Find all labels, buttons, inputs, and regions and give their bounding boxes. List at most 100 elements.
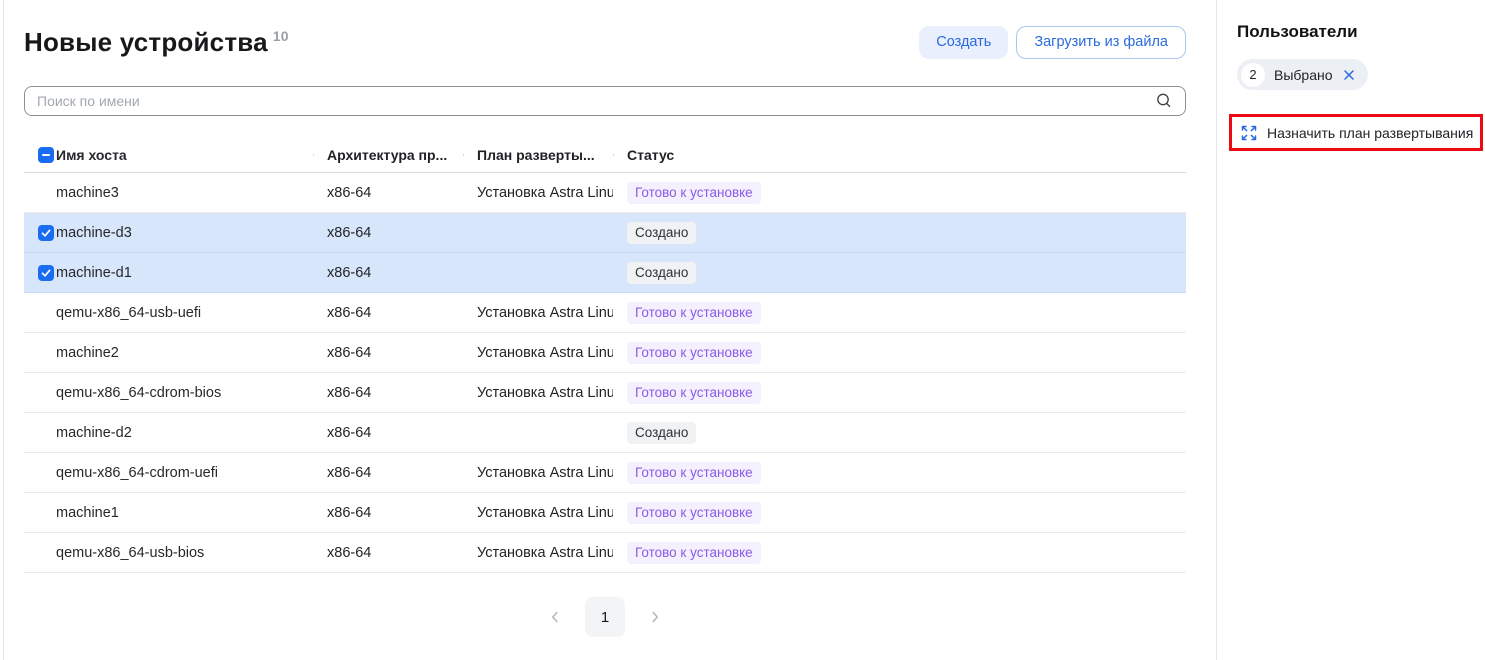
create-button[interactable]: Создать bbox=[919, 26, 1008, 59]
cell-status: Готово к установке bbox=[613, 542, 773, 564]
cell-hostname: qemu-x86_64-usb-bios bbox=[56, 545, 313, 561]
search-input[interactable] bbox=[37, 93, 1147, 109]
assign-deployment-plan-button[interactable]: Назначить план развертывания bbox=[1229, 114, 1483, 151]
table-row[interactable]: machine-d3 x86-64 Создано bbox=[24, 213, 1186, 253]
status-badge: Готово к установке bbox=[627, 302, 761, 324]
cell-status: Создано bbox=[613, 262, 773, 284]
row-checkbox-cell bbox=[24, 265, 56, 281]
cell-plan: Установка Astra Linux bbox=[463, 185, 613, 201]
status-badge: Готово к установке bbox=[627, 182, 761, 204]
cell-hostname: qemu-x86_64-cdrom-bios bbox=[56, 385, 313, 401]
row-checkbox-cell bbox=[24, 345, 56, 361]
main-content: Новые устройства 10 Создать Загрузить из … bbox=[24, 0, 1186, 637]
device-count-badge: 10 bbox=[273, 28, 289, 44]
search-box[interactable] bbox=[24, 86, 1186, 116]
table-row[interactable]: qemu-x86_64-usb-bios x86-64 Установка As… bbox=[24, 533, 1186, 573]
status-badge: Готово к установке bbox=[627, 342, 761, 364]
cell-plan: Установка Astra Linux bbox=[463, 465, 613, 481]
prev-page-button[interactable] bbox=[543, 605, 567, 629]
status-badge: Создано bbox=[627, 422, 696, 444]
table-row[interactable]: machine1 x86-64 Установка Astra Linux Го… bbox=[24, 493, 1186, 533]
status-badge: Готово к установке bbox=[627, 542, 761, 564]
status-badge: Готово к установке bbox=[627, 462, 761, 484]
row-checkbox-cell bbox=[24, 505, 56, 521]
cell-architecture: x86-64 bbox=[313, 505, 463, 521]
row-checkbox-cell bbox=[24, 225, 56, 241]
clear-selection-icon[interactable] bbox=[1342, 68, 1356, 82]
selection-chip[interactable]: 2 Выбрано bbox=[1237, 59, 1368, 90]
column-header-plan[interactable]: План разверты... bbox=[463, 147, 613, 163]
users-side-panel: Пользователи 2 Выбрано Назначить план ра… bbox=[1216, 0, 1485, 660]
pagination: 1 bbox=[24, 597, 1186, 637]
cell-plan: Установка Astra Linux bbox=[463, 305, 613, 321]
table-header-row: Имя хоста Архитектура пр... План разверт… bbox=[24, 137, 1186, 173]
table-row[interactable]: qemu-x86_64-usb-uefi x86-64 Установка As… bbox=[24, 293, 1186, 333]
cell-plan: Установка Astra Linux bbox=[463, 505, 613, 521]
page-header: Новые устройства 10 Создать Загрузить из … bbox=[24, 24, 1186, 60]
cell-status: Готово к установке bbox=[613, 182, 773, 204]
page-title-text: Новые устройства bbox=[24, 27, 268, 57]
table-row[interactable]: qemu-x86_64-cdrom-uefi x86-64 Установка … bbox=[24, 453, 1186, 493]
row-checkbox[interactable] bbox=[38, 225, 54, 241]
status-badge: Создано bbox=[627, 262, 696, 284]
toolbar: Создать Загрузить из файла bbox=[919, 26, 1186, 59]
cell-architecture: x86-64 bbox=[313, 385, 463, 401]
cell-status: Создано bbox=[613, 422, 773, 444]
cell-architecture: x86-64 bbox=[313, 225, 463, 241]
table-row[interactable]: machine-d2 x86-64 Создано bbox=[24, 413, 1186, 453]
table-row[interactable]: machine2 x86-64 Установка Astra Linux Го… bbox=[24, 333, 1186, 373]
cell-status: Готово к установке bbox=[613, 382, 773, 404]
cell-hostname: qemu-x86_64-usb-uefi bbox=[56, 305, 313, 321]
row-checkbox-cell bbox=[24, 545, 56, 561]
column-header-status[interactable]: Статус bbox=[613, 147, 773, 163]
table-row[interactable]: machine3 x86-64 Установка Astra Linux Го… bbox=[24, 173, 1186, 213]
table-row[interactable]: qemu-x86_64-cdrom-bios x86-64 Установка … bbox=[24, 373, 1186, 413]
cell-hostname: machine2 bbox=[56, 345, 313, 361]
table-body: machine3 x86-64 Установка Astra Linux Го… bbox=[24, 173, 1186, 573]
cell-hostname: machine-d2 bbox=[56, 425, 313, 441]
cell-plan: Установка Astra Linux bbox=[463, 545, 613, 561]
cell-hostname: machine1 bbox=[56, 505, 313, 521]
cell-plan: Установка Astra Linux bbox=[463, 345, 613, 361]
cell-status: Готово к установке bbox=[613, 302, 773, 324]
status-badge: Создано bbox=[627, 222, 696, 244]
row-checkbox-cell bbox=[24, 185, 56, 201]
cell-architecture: x86-64 bbox=[313, 305, 463, 321]
cell-hostname: machine-d3 bbox=[56, 225, 313, 241]
selection-count: 2 bbox=[1241, 63, 1265, 87]
cell-status: Готово к установке bbox=[613, 342, 773, 364]
select-all-checkbox[interactable] bbox=[38, 147, 54, 163]
cell-hostname: machine-d1 bbox=[56, 265, 313, 281]
search-icon[interactable] bbox=[1155, 92, 1173, 110]
cell-architecture: x86-64 bbox=[313, 265, 463, 281]
cell-plan: Установка Astra Linux bbox=[463, 385, 613, 401]
row-checkbox-cell bbox=[24, 305, 56, 321]
row-checkbox-cell bbox=[24, 465, 56, 481]
cell-status: Готово к установке bbox=[613, 462, 773, 484]
upload-from-file-button[interactable]: Загрузить из файла bbox=[1016, 26, 1186, 59]
status-badge: Готово к установке bbox=[627, 502, 761, 524]
cell-hostname: machine3 bbox=[56, 185, 313, 201]
table-row[interactable]: machine-d1 x86-64 Создано bbox=[24, 253, 1186, 293]
assign-plan-label: Назначить план развертывания bbox=[1267, 125, 1473, 141]
column-header-architecture[interactable]: Архитектура пр... bbox=[313, 147, 463, 163]
cell-architecture: x86-64 bbox=[313, 425, 463, 441]
page-number-button[interactable]: 1 bbox=[585, 597, 625, 637]
cell-hostname: qemu-x86_64-cdrom-uefi bbox=[56, 465, 313, 481]
status-badge: Готово к установке bbox=[627, 382, 761, 404]
cell-architecture: x86-64 bbox=[313, 345, 463, 361]
row-checkbox-cell bbox=[24, 425, 56, 441]
assign-plan-icon bbox=[1241, 125, 1257, 141]
selection-label: Выбрано bbox=[1274, 67, 1333, 83]
next-page-button[interactable] bbox=[643, 605, 667, 629]
row-checkbox[interactable] bbox=[38, 265, 54, 281]
header-checkbox-cell bbox=[24, 147, 56, 163]
devices-table: Имя хоста Архитектура пр... План разверт… bbox=[24, 137, 1186, 573]
cell-architecture: x86-64 bbox=[313, 545, 463, 561]
cell-status: Создано bbox=[613, 222, 773, 244]
page-title: Новые устройства 10 bbox=[24, 27, 289, 58]
cell-architecture: x86-64 bbox=[313, 465, 463, 481]
window-left-edge bbox=[3, 0, 4, 660]
cell-status: Готово к установке bbox=[613, 502, 773, 524]
column-header-hostname[interactable]: Имя хоста bbox=[56, 147, 313, 163]
